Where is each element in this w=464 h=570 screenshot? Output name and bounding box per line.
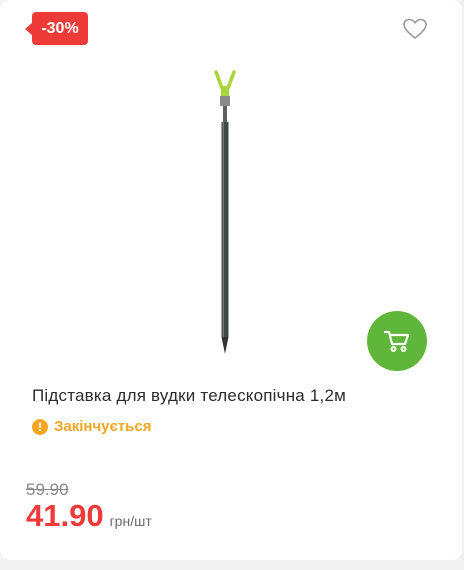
price: 41.90 грн/шт — [26, 498, 152, 534]
price-unit: грн/шт — [109, 513, 152, 529]
stock-status: ! Закінчується — [32, 418, 151, 435]
heart-outline-icon — [403, 18, 427, 40]
product-card: -30% Підставка для вудки телескопічна 1,… — [0, 0, 462, 560]
add-to-cart-button[interactable] — [367, 311, 427, 371]
discount-badge: -30% — [25, 12, 88, 45]
product-title[interactable]: Підставка для вудки телескопічна 1,2м — [32, 386, 346, 406]
rod-stand-image — [214, 70, 236, 354]
exclamation-circle-icon: ! — [32, 418, 48, 435]
product-image[interactable] — [150, 60, 300, 360]
old-price: 59.90 — [26, 480, 69, 499]
favorite-button[interactable] — [403, 18, 427, 40]
price-value: 41.90 — [26, 498, 104, 533]
cart-icon — [384, 330, 410, 352]
stock-status-label: Закінчується — [54, 418, 152, 435]
